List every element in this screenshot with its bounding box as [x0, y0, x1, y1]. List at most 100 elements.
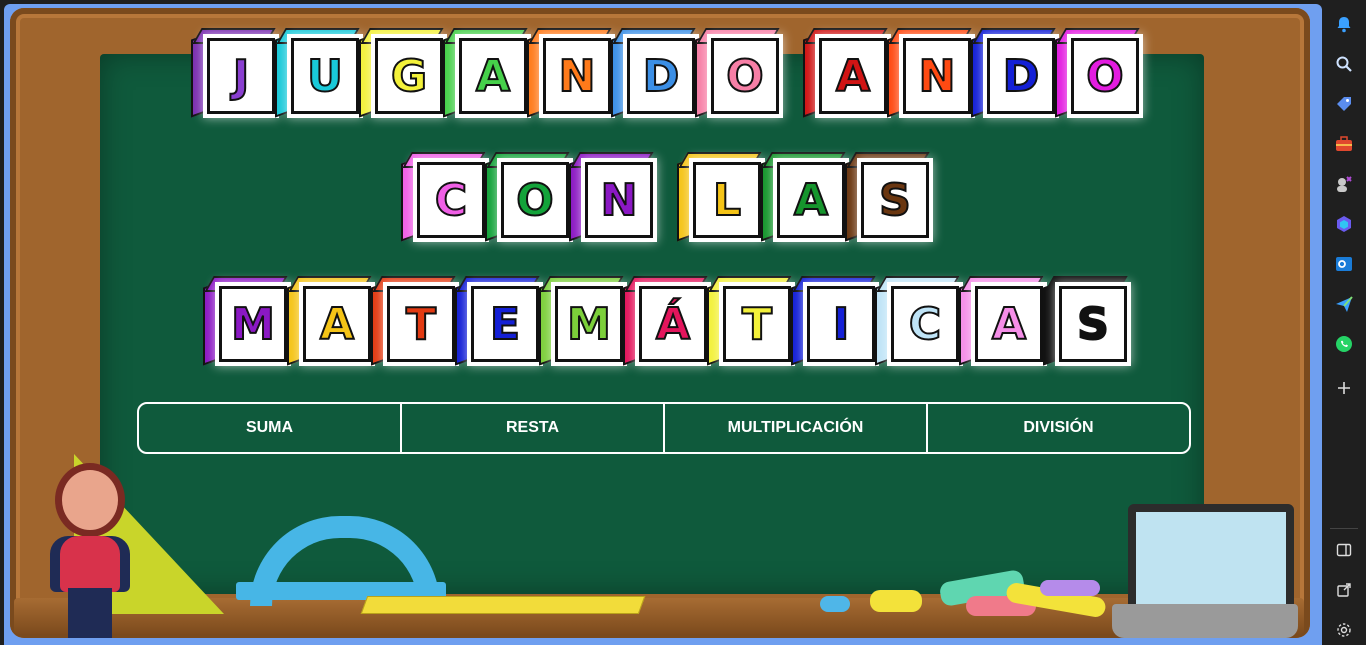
title-row-1: JUGANDOANDO — [4, 28, 1322, 118]
block-face: A — [459, 38, 527, 114]
letter-block: A — [803, 28, 888, 118]
letter-block: A — [959, 276, 1044, 366]
block-face: I — [807, 286, 875, 362]
tab-division[interactable]: DIVISIÓN — [928, 404, 1189, 452]
letter-block: J — [191, 28, 276, 118]
block-letter: G — [390, 50, 428, 103]
letter-block: Á — [623, 276, 708, 366]
block-letter: J — [232, 50, 250, 103]
chalk-purple — [1040, 580, 1100, 596]
block-face: S — [1059, 286, 1127, 362]
block-face: T — [723, 286, 791, 362]
outlook-icon[interactable] — [1334, 254, 1354, 274]
letter-block: N — [887, 28, 972, 118]
title-word: ANDO — [803, 28, 1140, 118]
letter-block: G — [359, 28, 444, 118]
block-face: Á — [639, 286, 707, 362]
block-face: N — [903, 38, 971, 114]
operation-tabs: SUMA RESTA MULTIPLICACIÓN DIVISIÓN — [137, 402, 1191, 454]
letter-block: M — [203, 276, 288, 366]
block-face: A — [303, 286, 371, 362]
title-word: CON — [401, 152, 654, 242]
split-view-icon[interactable] — [1334, 540, 1354, 560]
block-letter: M — [566, 298, 612, 351]
games-icon[interactable] — [1334, 174, 1354, 194]
letter-block: O — [695, 28, 780, 118]
search-icon[interactable] — [1334, 54, 1354, 74]
block-face: M — [555, 286, 623, 362]
block-letter: A — [835, 50, 871, 103]
teacher-avatar-left — [40, 470, 140, 640]
letter-block: E — [455, 276, 540, 366]
bell-icon[interactable] — [1334, 14, 1354, 34]
block-letter: N — [918, 50, 957, 103]
settings-icon[interactable] — [1334, 620, 1354, 640]
block-letter: D — [642, 50, 681, 103]
block-face: O — [501, 162, 569, 238]
block-face: O — [1071, 38, 1139, 114]
block-letter: O — [725, 50, 764, 103]
title-word: MATEMÁTICAS — [203, 276, 1128, 366]
page: JUGANDOANDO CONLAS MATEMÁTICAS SUMA REST… — [4, 4, 1322, 645]
block-face: S — [861, 162, 929, 238]
add-icon[interactable] — [1334, 378, 1354, 398]
letter-block: T — [707, 276, 792, 366]
block-face: A — [777, 162, 845, 238]
browser-sidebar — [1322, 0, 1366, 645]
block-letter: S — [878, 174, 912, 227]
tab-multiplicacion[interactable]: MULTIPLICACIÓN — [665, 404, 928, 452]
block-letter: C — [434, 174, 468, 227]
block-face: A — [975, 286, 1043, 362]
letter-block: S — [1043, 276, 1128, 366]
block-letter: C — [908, 298, 942, 351]
chalk-blue — [820, 596, 850, 612]
block-letter: A — [991, 298, 1027, 351]
block-face: A — [819, 38, 887, 114]
block-face: E — [471, 286, 539, 362]
tab-suma[interactable]: SUMA — [139, 404, 402, 452]
letter-block: N — [569, 152, 654, 242]
block-face: C — [891, 286, 959, 362]
letter-block: M — [539, 276, 624, 366]
letter-block: T — [371, 276, 456, 366]
block-face: N — [585, 162, 653, 238]
tab-resta[interactable]: RESTA — [402, 404, 665, 452]
block-letter: Á — [655, 298, 691, 351]
tag-icon[interactable] — [1334, 94, 1354, 114]
sidebar-divider — [1330, 528, 1358, 529]
letter-block: N — [527, 28, 612, 118]
block-face: N — [543, 38, 611, 114]
title-row-2: CON LAS — [4, 152, 1322, 242]
letter-block: S — [845, 152, 930, 242]
letter-block: D — [971, 28, 1056, 118]
block-face: O — [711, 38, 779, 114]
block-letter: N — [558, 50, 597, 103]
toolbox-icon[interactable] — [1334, 134, 1354, 154]
chalk-yellow — [870, 590, 922, 612]
block-face: M — [219, 286, 287, 362]
letter-block: O — [485, 152, 570, 242]
send-icon[interactable] — [1334, 294, 1354, 314]
block-face: D — [987, 38, 1055, 114]
laptop-teacher-illustration — [1112, 504, 1302, 644]
block-face: L — [693, 162, 761, 238]
letter-block: I — [791, 276, 876, 366]
block-letter: A — [793, 174, 829, 227]
letter-block: A — [761, 152, 846, 242]
letter-block: O — [1055, 28, 1140, 118]
open-external-icon[interactable] — [1334, 580, 1354, 600]
block-face: J — [207, 38, 275, 114]
copilot-icon[interactable] — [1334, 214, 1354, 234]
letter-block: A — [287, 276, 372, 366]
block-face: D — [627, 38, 695, 114]
letter-block: U — [275, 28, 360, 118]
block-face: C — [417, 162, 485, 238]
block-face: T — [387, 286, 455, 362]
block-letter: O — [1085, 50, 1124, 103]
block-face: G — [375, 38, 443, 114]
title-word: LAS — [677, 152, 930, 242]
whatsapp-icon[interactable] — [1334, 334, 1354, 354]
block-letter: I — [832, 298, 850, 351]
letter-block: A — [443, 28, 528, 118]
block-letter: A — [319, 298, 355, 351]
